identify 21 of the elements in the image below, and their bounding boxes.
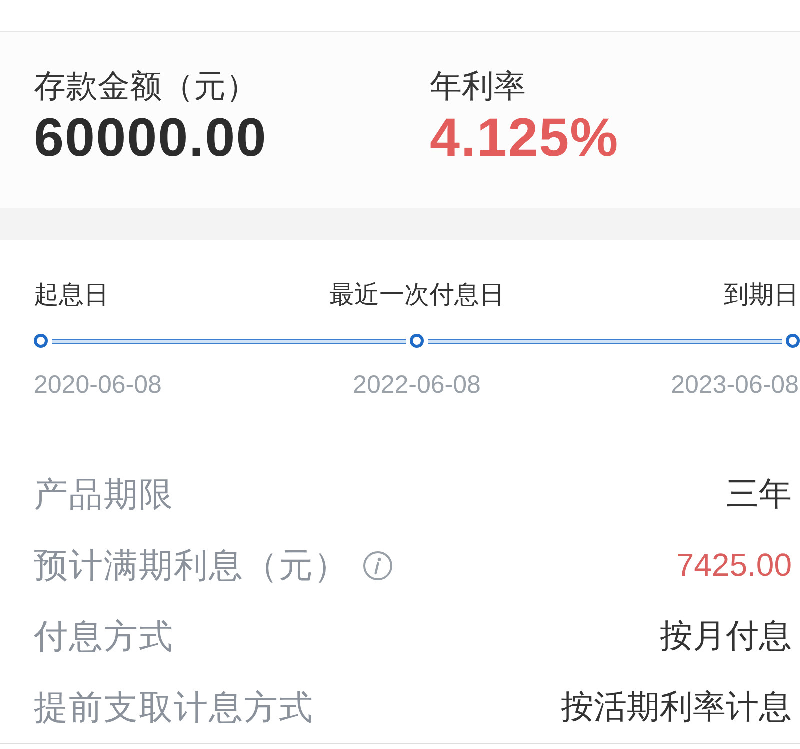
detail-label: 付息方式 [34,616,174,658]
rate-label: 年利率 [430,67,527,106]
detail-value: 按活期利率计息 [561,687,792,727]
timeline-label: 最近一次付息日 [330,280,504,310]
timeline-node-icon [34,334,48,348]
detail-label: 提前支取计息方式 [34,688,314,728]
detail-value: 按月付息 [660,616,792,656]
timeline-label: 到期日 [724,280,799,310]
annual-rate: 4.125% [430,108,620,168]
timeline-node-icon [410,334,424,348]
timeline-label: 起息日 [34,280,109,310]
detail-value: 三年 [726,474,792,514]
deposit-amount: 60000.00 [34,108,268,168]
info-icon[interactable] [363,550,393,580]
detail-label: 预计满期利息（元） [34,546,349,586]
timeline-date: 2023-06-08 [671,370,799,400]
timeline-date: 2022-06-08 [353,370,481,400]
detail-value: 7425.00 [676,547,792,584]
detail-label: 产品期限 [34,474,174,516]
timeline-date: 2020-06-08 [34,370,162,400]
amount-label: 存款金额（元） [34,67,259,106]
